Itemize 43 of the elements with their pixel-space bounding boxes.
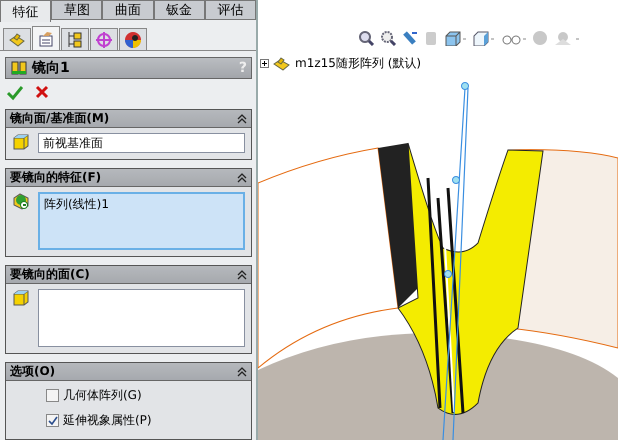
feature-title: 镜向1: [32, 58, 71, 77]
collapse-icon[interactable]: [237, 172, 247, 182]
mirror-icon: [10, 60, 28, 76]
color-ball-icon: [124, 30, 142, 48]
tab[interactable]: 特征: [0, 0, 52, 22]
option-label: 延伸视象属性(P): [63, 412, 152, 429]
cube-icon: [12, 289, 30, 307]
checkbox[interactable]: [46, 389, 59, 402]
cube-icon: [12, 133, 30, 151]
section-title: 镜向面/基准面(M): [10, 110, 110, 127]
selection-list[interactable]: [38, 289, 245, 347]
checkbox[interactable]: [46, 414, 59, 427]
view-cube-icon[interactable]: [444, 30, 466, 46]
panel-tab[interactable]: [32, 26, 60, 50]
selection-list[interactable]: 阵列(线性)1: [38, 192, 245, 250]
tab[interactable]: 钣金: [154, 0, 205, 20]
collapse-icon[interactable]: [237, 270, 247, 280]
section-title: 选项(O): [10, 363, 56, 380]
expand-icon[interactable]: [260, 59, 269, 68]
tree-icon: [66, 30, 84, 48]
confirm-icon[interactable]: [7, 84, 23, 101]
display-cube-icon[interactable]: [472, 30, 494, 46]
section-title: 要镜向的面(C): [10, 266, 90, 283]
tab[interactable]: 曲面: [102, 0, 154, 20]
panel-tab[interactable]: [119, 28, 147, 50]
option-label: 几何体阵列(G): [63, 387, 142, 404]
plane-field[interactable]: 前视基准面: [38, 133, 245, 153]
panel-tab[interactable]: [61, 28, 89, 50]
section-title: 要镜向的特征(F): [10, 169, 102, 186]
zoom-icon[interactable]: [380, 30, 396, 46]
tree-item[interactable]: m1z15随形阵列 (默认): [295, 55, 422, 72]
collapse-icon[interactable]: [237, 114, 247, 124]
flashlight-icon[interactable]: [402, 30, 418, 46]
property-icon: [37, 30, 55, 46]
collapse-icon[interactable]: [237, 366, 247, 376]
part-icon: [272, 56, 292, 72]
crosshair-icon: [95, 30, 113, 48]
tab[interactable]: 评估: [204, 0, 256, 20]
close-icon[interactable]: [35, 84, 49, 99]
tab[interactable]: 草图: [51, 0, 102, 20]
feature-icon: [12, 192, 30, 210]
zoom-icon[interactable]: [358, 30, 374, 46]
part-icon: [8, 32, 26, 48]
